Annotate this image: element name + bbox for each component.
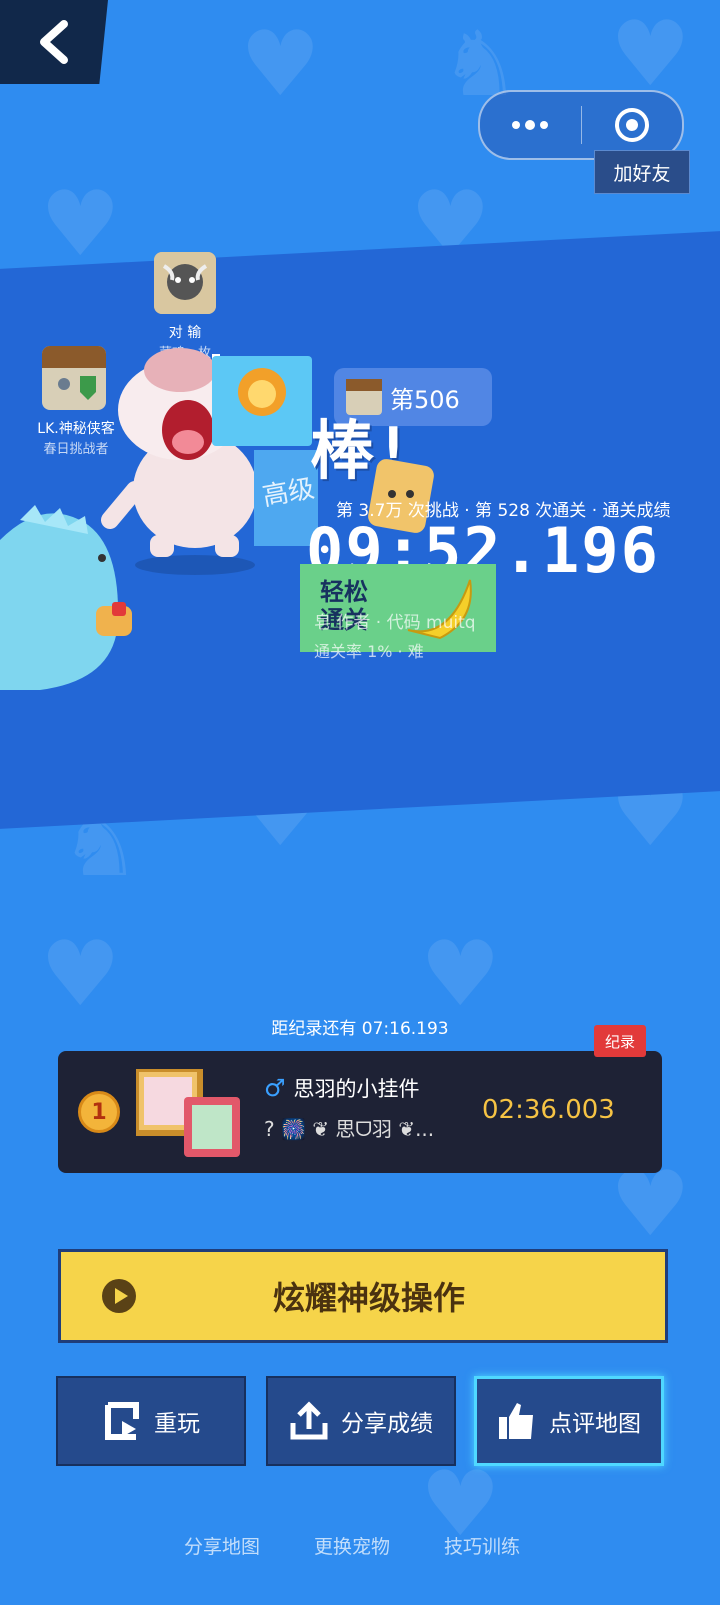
- show-off-replay-button[interactable]: 炫耀神级操作: [58, 1249, 668, 1343]
- bull-avatar-icon: [154, 252, 216, 314]
- holder-name: 思羽的小挂件: [293, 1077, 420, 1101]
- main-button-label: 炫耀神级操作: [273, 1279, 466, 1317]
- rank-medal: 1: [78, 1091, 120, 1133]
- share-label: 分享成绩: [341, 1411, 433, 1437]
- review-map-button[interactable]: 点评地图: [474, 1376, 664, 1466]
- holder-row: ♂ 思羽的小挂件: [264, 1073, 420, 1103]
- heart-pattern: ♥: [420, 922, 501, 1027]
- lion-icon: [238, 368, 286, 416]
- leaderboard-panel[interactable]: 1 ♂ 思羽的小挂件 ? 🎆 ❦ 思ᗜ羽 ❦... 02:36.003: [58, 1051, 662, 1173]
- chevron-left-icon: [40, 20, 68, 64]
- dinosaur-mascot-icon: [0, 505, 132, 690]
- theme-tile: [212, 356, 312, 446]
- author-line: 皂 作者 · 代码 muitq: [314, 613, 476, 633]
- share-upload-icon: [290, 1401, 328, 1440]
- target-circle-icon: [614, 108, 649, 142]
- record-time: 02:36.003: [482, 1095, 615, 1125]
- male-gender-icon: ♂: [264, 1074, 286, 1102]
- record-badge: 纪录: [594, 1025, 646, 1057]
- background: ♥ ♞ ♥ ♥ ♥ ♞ ♥ ♥ ♥ ♥ ♥ ♥: [0, 0, 720, 1605]
- back-button[interactable]: [0, 0, 108, 84]
- holder-second-line: ? 🎆 ❦ 思ᗜ羽 ❦...: [264, 1117, 435, 1141]
- more-button[interactable]: [480, 92, 581, 158]
- knight-avatar-icon: [42, 346, 106, 410]
- replay-button[interactable]: 重玩: [56, 1376, 246, 1466]
- heart-pattern: ♥: [40, 922, 121, 1027]
- pass-rate: 通关率 1% · 难: [314, 642, 424, 661]
- thumbs-up-icon: [499, 1403, 533, 1439]
- replay-icon: [105, 1402, 139, 1440]
- avatar[interactable]: [154, 252, 216, 314]
- add-friend-button[interactable]: 加好友: [594, 150, 690, 194]
- share-map-link[interactable]: 分享地图: [184, 1532, 260, 1559]
- change-pet-link[interactable]: 更换宠物: [314, 1532, 390, 1559]
- record-holder-avatar: [136, 1069, 240, 1157]
- heart-pattern: ♥: [610, 2, 691, 107]
- heart-pattern: ♥: [610, 1152, 691, 1257]
- share-result-button[interactable]: 分享成绩: [266, 1376, 456, 1466]
- play-icon: [102, 1279, 136, 1313]
- heart-pattern: ♥: [40, 172, 121, 277]
- player-name: 对 输: [168, 325, 202, 341]
- avatar[interactable]: [42, 346, 106, 410]
- replay-label: 重玩: [154, 1411, 200, 1437]
- close-capsule-button[interactable]: [582, 92, 683, 158]
- more-dots-icon: [512, 120, 549, 130]
- heart-pattern: ♥: [240, 12, 321, 117]
- review-label: 点评地图: [549, 1411, 641, 1437]
- skill-training-link[interactable]: 技巧训练: [444, 1532, 520, 1559]
